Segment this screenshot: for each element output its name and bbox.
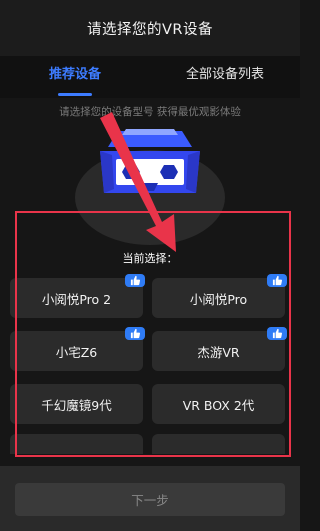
page-title: 请选择您的VR设备: [87, 21, 213, 38]
highlight-box: [15, 211, 291, 457]
tab-all-devices-label: 全部设备列表: [185, 67, 264, 82]
tab-recommended[interactable]: 推荐设备: [30, 56, 120, 98]
tab-all-devices[interactable]: 全部设备列表: [170, 56, 280, 98]
next-step-button[interactable]: 下一步: [15, 483, 285, 516]
subtitle: 请选择您的设备型号 获得最优观影体验: [59, 106, 241, 118]
tab-bar: 推荐设备 全部设备列表: [0, 56, 300, 98]
active-tab-indicator: [58, 93, 92, 96]
title-bar: 请选择您的VR设备: [0, 0, 300, 56]
tab-recommended-label: 推荐设备: [48, 67, 101, 82]
next-step-label: 下一步: [131, 493, 169, 508]
vr-headset-icon: [100, 129, 200, 193]
